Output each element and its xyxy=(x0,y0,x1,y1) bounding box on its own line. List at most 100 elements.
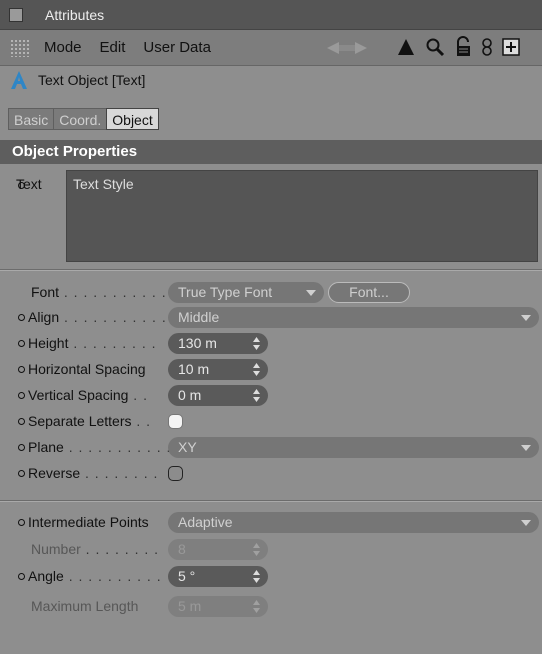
plane-dropdown[interactable]: XY xyxy=(168,437,539,458)
align-value: Middle xyxy=(178,309,220,325)
animate-dot-icon[interactable] xyxy=(18,418,25,425)
tab-basic[interactable]: Basic xyxy=(8,108,55,130)
window-menu-icon[interactable] xyxy=(9,7,23,22)
animate-dot-icon[interactable] xyxy=(18,366,25,373)
align-label: Align . . . . . . . . . . . xyxy=(28,309,167,325)
section-object-properties: Object Properties xyxy=(0,140,542,164)
animate-dot-icon[interactable] xyxy=(18,519,25,526)
separate-letters-label-text: Separate Letters xyxy=(28,413,132,429)
stepper-arrows-icon[interactable] xyxy=(253,570,260,583)
horizontal-spacing-value: 10 m xyxy=(178,361,210,377)
plane-label: Plane . . . . . . . . . . . xyxy=(28,439,171,455)
menu-user-data[interactable]: User Data xyxy=(143,39,211,56)
animate-dot-icon[interactable] xyxy=(18,444,25,451)
align-row: Align . . . . . . . . . . . Middle xyxy=(0,305,542,331)
stepper-arrows-icon[interactable] xyxy=(253,363,260,376)
separate-letters-row: Separate Letters . . xyxy=(0,409,542,435)
plane-row: Plane . . . . . . . . . . . XY xyxy=(0,435,542,461)
angle-value: 5 ° xyxy=(178,568,196,584)
vertical-spacing-value: 0 m xyxy=(178,387,202,403)
maximum-length-row: Maximum Length 5 m xyxy=(0,594,542,620)
maximum-length-value: 5 m xyxy=(178,598,202,614)
divider xyxy=(0,501,542,502)
stepper-arrows-icon[interactable] xyxy=(253,337,260,350)
object-header: Text Object [Text] xyxy=(0,66,542,94)
number-row: Number . . . . . . . . 8 xyxy=(0,537,542,563)
separate-letters-label: Separate Letters . . xyxy=(28,413,151,429)
font-type-dropdown[interactable]: True Type Font xyxy=(168,282,324,303)
font-button[interactable]: Font... xyxy=(328,282,410,303)
intermediate-points-label: Intermediate Points xyxy=(28,514,149,530)
attributes-panel: Attributes Mode Edit User Data Text Obje… xyxy=(0,0,542,654)
grip-icon[interactable] xyxy=(10,38,30,57)
height-label: Height . . . . . . . . . xyxy=(28,335,156,351)
new-panel-icon[interactable] xyxy=(500,36,522,58)
search-icon[interactable] xyxy=(424,36,446,58)
animate-dot-icon[interactable] xyxy=(18,470,25,477)
font-label: Font . . . . . . . . . . . . xyxy=(31,284,176,300)
vertical-spacing-label: Vertical Spacing . . xyxy=(28,387,148,403)
font-label-text: Font xyxy=(31,284,60,300)
animate-dot-icon[interactable] xyxy=(18,314,25,321)
maximum-length-label: Maximum Length xyxy=(31,598,139,614)
horizontal-spacing-stepper[interactable]: 10 m xyxy=(168,359,268,380)
stepper-arrows-icon xyxy=(253,600,260,613)
lock-icon[interactable] xyxy=(452,36,474,58)
reverse-label-text: Reverse xyxy=(28,465,81,481)
stepper-arrows-icon[interactable] xyxy=(253,389,260,402)
window-title: Attributes xyxy=(45,6,105,23)
reverse-row: Reverse . . . . . . . . xyxy=(0,461,542,487)
align-dropdown[interactable]: Middle xyxy=(168,307,539,328)
label-dots: . . . . . . . . xyxy=(80,465,159,481)
align-label-text: Align xyxy=(28,309,60,325)
label-dots: . . . . . . . . . . . . xyxy=(59,284,177,300)
angle-label: Angle . . . . . . . . . . xyxy=(28,568,162,584)
vertical-spacing-stepper[interactable]: 0 m xyxy=(168,385,268,406)
number-label-text: Number xyxy=(31,541,81,557)
text-input[interactable]: Text Style xyxy=(66,170,538,262)
label-dots: . . xyxy=(128,387,148,403)
intermediate-points-value: Adaptive xyxy=(178,514,233,530)
font-row: Font . . . . . . . . . . . . True Type F… xyxy=(0,280,542,306)
label-dots: . . . . . . . . . . . xyxy=(59,309,167,325)
link-icon[interactable] xyxy=(476,36,498,58)
animate-dot-icon[interactable] xyxy=(18,573,25,580)
plane-label-text: Plane xyxy=(28,439,64,455)
number-label: Number . . . . . . . . xyxy=(31,541,159,557)
tab-coord[interactable]: Coord. xyxy=(53,108,108,130)
height-value: 130 m xyxy=(178,335,217,351)
menu-mode[interactable]: Mode xyxy=(44,39,82,56)
text-label: Text xyxy=(16,176,42,192)
vertical-spacing-row: Vertical Spacing . . 0 m xyxy=(0,383,542,409)
stepper-arrows-icon xyxy=(253,543,260,556)
label-dots: . . . . . . . . xyxy=(80,541,160,557)
horizontal-spacing-label: Horizontal Spacing xyxy=(28,361,146,377)
title-bar: Attributes xyxy=(0,0,542,30)
separate-letters-checkbox[interactable] xyxy=(168,414,183,429)
tab-object[interactable]: Object xyxy=(106,108,159,130)
arrow-icon[interactable] xyxy=(395,36,417,58)
number-value: 8 xyxy=(178,541,186,557)
history-nav-icon[interactable] xyxy=(325,40,369,56)
divider xyxy=(0,270,542,271)
intermediate-points-dropdown[interactable]: Adaptive xyxy=(168,512,539,533)
angle-label-text: Angle xyxy=(28,568,64,584)
maximum-length-stepper: 5 m xyxy=(168,596,268,617)
angle-stepper[interactable]: 5 ° xyxy=(168,566,268,587)
menu-bar: Mode Edit User Data xyxy=(0,30,542,66)
height-row: Height . . . . . . . . . 130 m xyxy=(0,331,542,357)
label-dots: . . . . . . . . . . xyxy=(63,568,162,584)
angle-row: Angle . . . . . . . . . . 5 ° xyxy=(0,564,542,590)
menu-edit[interactable]: Edit xyxy=(100,39,126,56)
chevron-down-icon xyxy=(521,520,531,526)
animate-dot-icon[interactable] xyxy=(18,392,25,399)
number-stepper: 8 xyxy=(168,539,268,560)
object-title: Text Object [Text] xyxy=(38,72,146,88)
label-dots: . . . . . . . . . xyxy=(68,335,157,351)
chevron-down-icon xyxy=(521,315,531,321)
text-object-icon xyxy=(8,69,30,91)
vertical-spacing-label-text: Vertical Spacing xyxy=(28,387,129,403)
reverse-checkbox[interactable] xyxy=(168,466,183,481)
height-stepper[interactable]: 130 m xyxy=(168,333,268,354)
animate-dot-icon[interactable] xyxy=(18,340,25,347)
